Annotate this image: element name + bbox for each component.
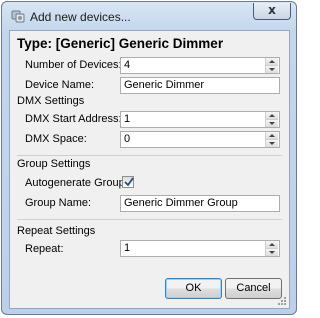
dmx-start-address-value: 1: [124, 113, 131, 125]
group-name-value: Generic Dimmer Group: [124, 197, 238, 209]
dmx-settings-section-label: DMX Settings: [17, 95, 85, 107]
repeat-stepper[interactable]: 1: [120, 240, 280, 257]
repeat-settings-section-label: Repeat Settings: [17, 225, 96, 237]
dmx-space-spin[interactable]: [265, 132, 279, 147]
device-name-label: Device Name:: [25, 79, 95, 91]
group-name-label: Group Name:: [25, 197, 92, 209]
devices-icon: [11, 10, 25, 23]
add-devices-dialog: Add new devices... x Type: [Generic] Gen…: [1, 1, 297, 315]
cancel-button[interactable]: Cancel: [225, 278, 282, 299]
number-of-devices-spin[interactable]: [265, 58, 279, 73]
spin-up-icon[interactable]: [266, 241, 278, 249]
repeat-value: 1: [124, 242, 131, 254]
title-bar[interactable]: Add new devices... x: [2, 2, 296, 30]
dmx-space-label: DMX Space:: [25, 133, 87, 145]
number-of-devices-value: 4: [124, 59, 131, 71]
spin-down-icon[interactable]: [266, 120, 278, 127]
number-of-devices-stepper[interactable]: 4: [120, 57, 280, 74]
resize-grip-icon[interactable]: [277, 296, 287, 306]
divider: [17, 219, 282, 220]
autogenerate-group-checkbox[interactable]: [122, 176, 134, 188]
window-title: Add new devices...: [30, 10, 131, 24]
dialog-body: Type: [Generic] Generic Dimmer Number of…: [9, 30, 290, 309]
repeat-spin[interactable]: [265, 241, 279, 256]
group-name-input[interactable]: Generic Dimmer Group: [120, 195, 280, 212]
spin-down-icon[interactable]: [266, 66, 278, 73]
device-name-value: Generic Dimmer: [124, 79, 205, 91]
dmx-space-stepper[interactable]: 0: [120, 131, 280, 148]
spin-down-icon[interactable]: [266, 140, 278, 147]
spin-down-icon[interactable]: [266, 249, 278, 256]
spin-up-icon[interactable]: [266, 58, 278, 66]
spin-up-icon[interactable]: [266, 132, 278, 140]
dmx-start-address-spin[interactable]: [265, 112, 279, 127]
device-type-heading: Type: [Generic] Generic Dimmer: [17, 36, 224, 51]
dmx-start-address-stepper[interactable]: 1: [120, 111, 280, 128]
dmx-start-address-label: DMX Start Address:: [25, 113, 122, 125]
close-icon: x: [268, 3, 276, 17]
number-of-devices-label: Number of Devices:: [25, 59, 122, 71]
group-settings-section-label: Group Settings: [17, 158, 91, 170]
dmx-space-value: 0: [124, 133, 131, 145]
autogenerate-group-label: Autogenerate Group:: [25, 177, 128, 189]
repeat-label: Repeat:: [25, 243, 64, 255]
divider: [17, 155, 282, 156]
checkmark-icon: [124, 177, 134, 187]
close-button[interactable]: x: [253, 3, 291, 20]
ok-button[interactable]: OK: [165, 278, 222, 299]
device-name-input[interactable]: Generic Dimmer: [120, 77, 280, 94]
spin-up-icon[interactable]: [266, 112, 278, 120]
